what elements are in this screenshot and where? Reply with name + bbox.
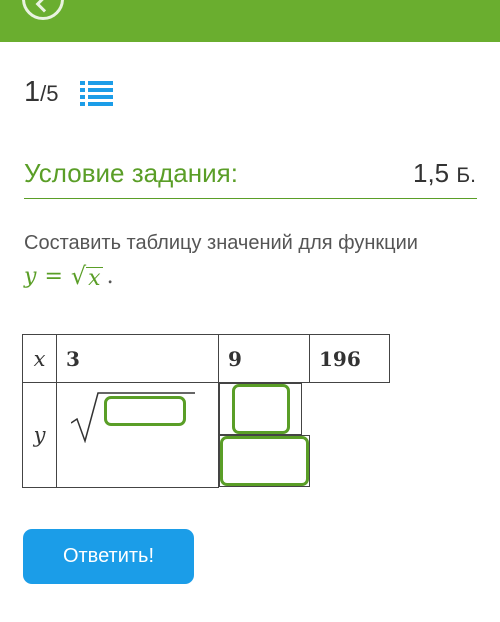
answer-input-1[interactable]: [104, 396, 186, 426]
task-formula: y = √ x .: [24, 262, 114, 290]
section-points: 1,5 Б.: [413, 158, 476, 189]
values-table: x 3 9 196 y: [22, 334, 390, 488]
y-row: y: [22, 382, 390, 488]
list-icon[interactable]: [80, 80, 113, 107]
formula-sqrt: √ x: [71, 262, 103, 290]
radical-sign: √: [70, 262, 87, 290]
formula-radicand: x: [86, 266, 103, 291]
formula-eq: =: [44, 263, 63, 289]
answer-input-2[interactable]: [231, 384, 290, 434]
question-counter: 1/5: [24, 76, 59, 109]
y-cell-3: [219, 435, 310, 487]
x-row: x 3 9 196: [22, 334, 390, 383]
top-bar: [0, 0, 500, 42]
y-header: y: [22, 382, 57, 488]
y-cell-1: [56, 382, 219, 488]
x-value-1: 3: [56, 334, 219, 383]
points-unit: Б.: [456, 164, 476, 187]
formula-lhs: y: [24, 263, 37, 289]
task-text: Составить таблицу значений для функции: [24, 232, 418, 254]
formula-period: .: [106, 263, 114, 289]
submit-button[interactable]: Ответить!: [23, 529, 194, 584]
points-value: 1,5: [412, 158, 450, 188]
x-value-2: 9: [218, 334, 310, 383]
current-question: 1: [24, 76, 41, 108]
section-title: Условие задания:: [24, 158, 238, 188]
x-value-3: 196: [309, 334, 390, 383]
total-questions: /5: [40, 81, 59, 106]
answer-input-3[interactable]: [220, 436, 309, 486]
x-header: x: [22, 334, 57, 383]
section-divider: [24, 198, 477, 199]
y-cell-2: [219, 383, 302, 435]
back-icon[interactable]: [22, 0, 64, 20]
